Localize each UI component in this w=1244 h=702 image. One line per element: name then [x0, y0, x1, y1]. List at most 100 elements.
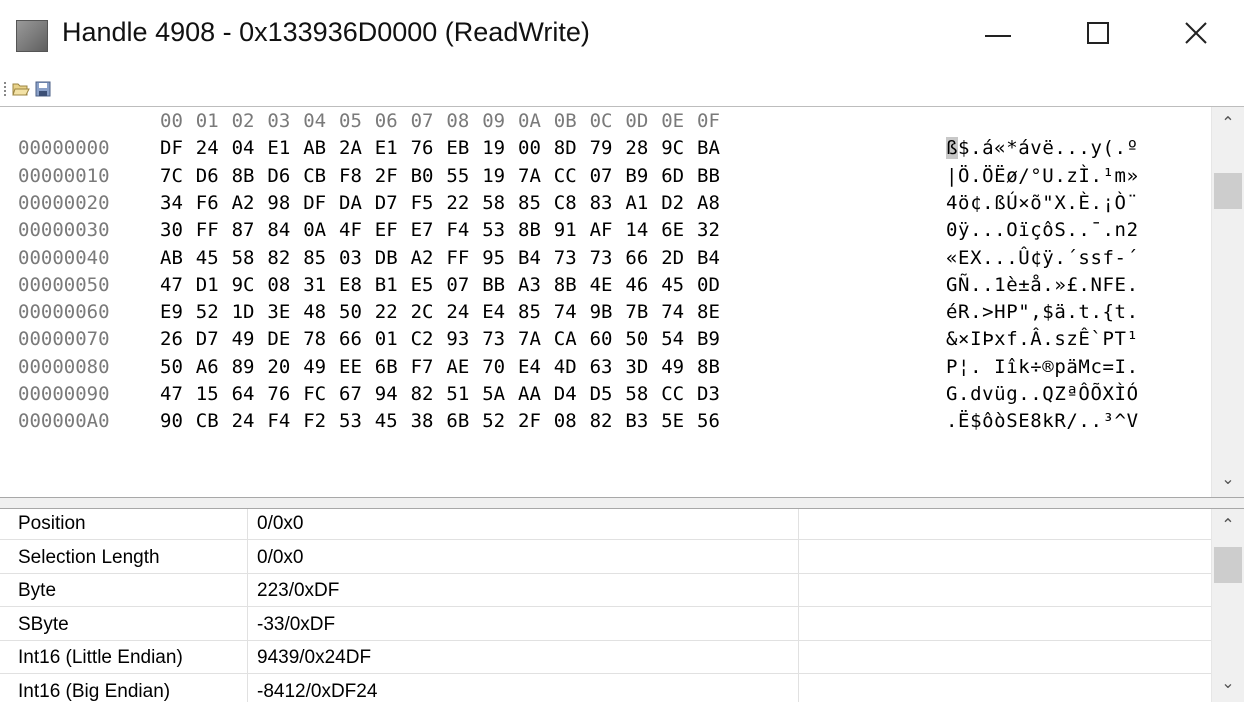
panel-splitter[interactable]	[0, 497, 1244, 509]
minimize-button[interactable]	[968, 8, 1028, 58]
hex-byte[interactable]: B4	[518, 247, 552, 269]
hex-byte[interactable]: 8B	[518, 219, 552, 241]
ascii-text[interactable]: G.dvüg..QZªÔÕXÌÓ	[946, 383, 1139, 405]
hex-byte[interactable]: 08	[267, 274, 301, 296]
hex-byte[interactable]: 93	[446, 328, 480, 350]
hex-byte[interactable]: 7A	[518, 165, 552, 187]
hex-byte[interactable]: 4D	[554, 356, 588, 378]
hex-byte[interactable]: F7	[411, 356, 445, 378]
hex-byte[interactable]: A2	[411, 247, 445, 269]
ascii-text[interactable]: |Ö.ÖËø/°U.zÌ.¹m»	[946, 165, 1139, 187]
hex-byte[interactable]: 73	[482, 328, 516, 350]
hex-byte[interactable]: 46	[625, 274, 659, 296]
hex-byte[interactable]: 50	[160, 356, 194, 378]
hex-byte[interactable]: A8	[697, 192, 731, 214]
hex-byte[interactable]: 79	[590, 137, 624, 159]
hex-byte[interactable]: D6	[196, 165, 230, 187]
hex-byte[interactable]: 31	[303, 274, 337, 296]
hex-byte[interactable]: 78	[303, 328, 337, 350]
hex-byte[interactable]: 8B	[554, 274, 588, 296]
hex-byte[interactable]: FC	[303, 383, 337, 405]
hex-byte[interactable]: 0A	[303, 219, 337, 241]
hex-byte[interactable]: 45	[661, 274, 695, 296]
save-icon[interactable]	[34, 81, 52, 97]
hex-byte[interactable]: 58	[482, 192, 516, 214]
hex-byte[interactable]: 2F	[375, 165, 409, 187]
hex-byte[interactable]: 8E	[697, 301, 731, 323]
hex-byte[interactable]: 64	[232, 383, 266, 405]
hex-byte[interactable]: 70	[482, 356, 516, 378]
hex-byte[interactable]: 3E	[267, 301, 301, 323]
hex-byte[interactable]: 14	[625, 219, 659, 241]
hex-byte[interactable]: 51	[446, 383, 480, 405]
hex-byte[interactable]: 53	[339, 410, 373, 432]
hex-byte[interactable]: AA	[518, 383, 552, 405]
scroll-up-icon[interactable]: ⌃	[1212, 515, 1244, 534]
property-row[interactable]: Selection Length 0/0x0	[0, 543, 1212, 574]
hex-byte[interactable]: 2C	[411, 301, 445, 323]
hex-byte[interactable]: 82	[411, 383, 445, 405]
hex-byte[interactable]: D7	[375, 192, 409, 214]
hex-byte[interactable]: 50	[625, 328, 659, 350]
hex-byte[interactable]: 60	[590, 328, 624, 350]
hex-byte[interactable]: D3	[697, 383, 731, 405]
hex-byte[interactable]: 2F	[518, 410, 552, 432]
hex-byte[interactable]: E1	[375, 137, 409, 159]
hex-byte[interactable]: 04	[232, 137, 266, 159]
hex-byte[interactable]: 03	[339, 247, 373, 269]
hex-byte[interactable]: 98	[267, 192, 301, 214]
hex-byte[interactable]: CB	[303, 165, 337, 187]
hex-byte[interactable]: 19	[482, 137, 516, 159]
hex-byte[interactable]: FF	[196, 219, 230, 241]
property-row[interactable]: Int16 (Big Endian) -8412/0xDF24	[0, 677, 1212, 702]
hex-byte[interactable]: E4	[482, 301, 516, 323]
scroll-up-icon[interactable]: ⌃	[1212, 113, 1244, 132]
hex-byte[interactable]: E1	[267, 137, 301, 159]
hex-byte[interactable]: 20	[267, 356, 301, 378]
hex-byte[interactable]: 34	[160, 192, 194, 214]
hex-byte[interactable]: AB	[303, 137, 337, 159]
hex-byte[interactable]: 24	[232, 410, 266, 432]
hex-byte[interactable]: A2	[232, 192, 266, 214]
hex-scrollbar[interactable]: ⌃ ⌄	[1211, 107, 1244, 497]
hex-byte[interactable]: 74	[554, 301, 588, 323]
hex-byte[interactable]: 22	[375, 301, 409, 323]
hex-byte[interactable]: 56	[697, 410, 731, 432]
hex-byte[interactable]: E5	[411, 274, 445, 296]
hex-byte[interactable]: CA	[554, 328, 588, 350]
hex-byte[interactable]: 24	[196, 137, 230, 159]
hex-byte[interactable]: F4	[446, 219, 480, 241]
toolbar-grip[interactable]	[4, 82, 8, 96]
hex-byte[interactable]: 74	[661, 301, 695, 323]
hex-byte[interactable]: 48	[303, 301, 337, 323]
ascii-text[interactable]: 0ÿ...OïçôS..¯.n2	[946, 219, 1139, 241]
hex-byte[interactable]: 3D	[625, 356, 659, 378]
hex-byte[interactable]: E4	[518, 356, 552, 378]
hex-byte[interactable]: 45	[196, 247, 230, 269]
hex-byte[interactable]: E8	[339, 274, 373, 296]
hex-byte[interactable]: FF	[446, 247, 480, 269]
hex-byte[interactable]: 4E	[590, 274, 624, 296]
hex-byte[interactable]: 53	[482, 219, 516, 241]
hex-byte[interactable]: 73	[590, 247, 624, 269]
hex-byte[interactable]: F8	[339, 165, 373, 187]
properties-scrollbar[interactable]: ⌃ ⌄	[1211, 509, 1244, 702]
hex-byte[interactable]: 6B	[446, 410, 480, 432]
hex-byte[interactable]: 90	[160, 410, 194, 432]
hex-byte[interactable]: 4F	[339, 219, 373, 241]
hex-byte[interactable]: 8B	[232, 165, 266, 187]
hex-byte[interactable]: CC	[554, 165, 588, 187]
hex-byte[interactable]: BA	[697, 137, 731, 159]
maximize-button[interactable]	[1068, 8, 1128, 58]
hex-byte[interactable]: 32	[697, 219, 731, 241]
scroll-thumb[interactable]	[1214, 547, 1242, 583]
hex-byte[interactable]: 26	[160, 328, 194, 350]
hex-byte[interactable]: 49	[303, 356, 337, 378]
hex-byte[interactable]: 5E	[661, 410, 695, 432]
hex-byte[interactable]: B9	[625, 165, 659, 187]
hex-byte[interactable]: 66	[339, 328, 373, 350]
hex-byte[interactable]: 73	[554, 247, 588, 269]
hex-byte[interactable]: CC	[661, 383, 695, 405]
hex-byte[interactable]: F4	[267, 410, 301, 432]
hex-byte[interactable]: B9	[697, 328, 731, 350]
